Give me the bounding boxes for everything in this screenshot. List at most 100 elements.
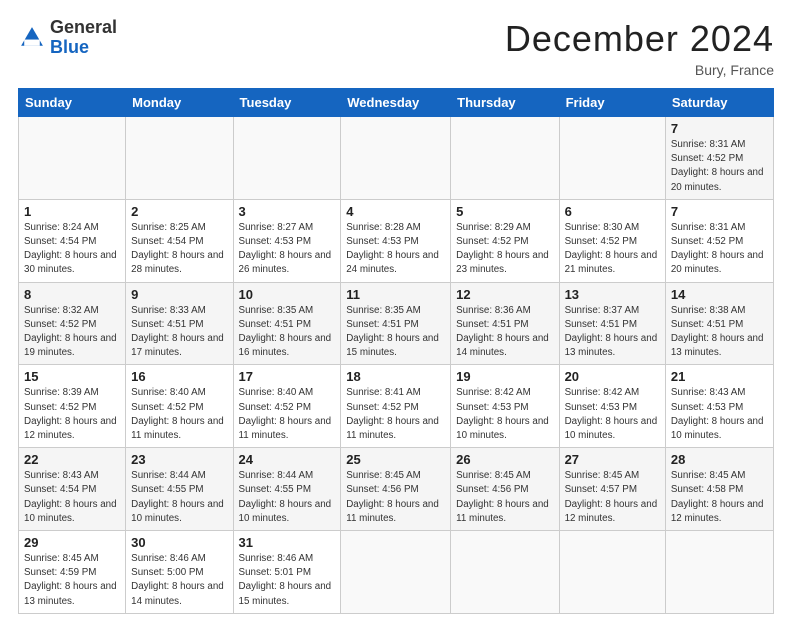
day-detail: Sunrise: 8:38 AMSunset: 4:51 PMDaylight:… xyxy=(671,305,764,359)
calendar: Sunday Monday Tuesday Wednesday Thursday… xyxy=(18,88,774,614)
calendar-cell: 30 Sunrise: 8:46 AMSunset: 5:00 PMDayligh… xyxy=(126,531,233,614)
day-detail: Sunrise: 8:41 AMSunset: 4:52 PMDaylight:… xyxy=(346,387,439,441)
calendar-cell: 10 Sunrise: 8:35 AMSunset: 4:51 PMDayligh… xyxy=(233,282,341,365)
calendar-cell: 7 Sunrise: 8:31 AMSunset: 4:52 PMDaylight… xyxy=(665,117,773,200)
calendar-cell: 18 Sunrise: 8:41 AMSunset: 4:52 PMDayligh… xyxy=(341,365,451,448)
col-monday: Monday xyxy=(126,89,233,117)
month-title: December 2024 xyxy=(505,18,774,60)
day-number: 9 xyxy=(131,287,227,302)
day-detail: Sunrise: 8:31 AMSunset: 4:52 PMDaylight:… xyxy=(671,139,764,193)
calendar-cell: 25Sunrise: 8:45 AMSunset: 4:56 PMDayligh… xyxy=(341,448,451,531)
day-number: 20 xyxy=(565,369,660,384)
day-number: 28 xyxy=(671,452,768,467)
day-detail: Sunrise: 8:24 AMSunset: 4:54 PMDaylight:… xyxy=(24,222,117,276)
day-number: 23 xyxy=(131,452,227,467)
header-row: Sunday Monday Tuesday Wednesday Thursday… xyxy=(19,89,774,117)
day-detail: Sunrise: 8:44 AMSunset: 4:55 PMDaylight:… xyxy=(131,470,224,524)
day-number: 30 xyxy=(131,535,227,550)
day-detail: Sunrise: 8:31 AMSunset: 4:52 PMDaylight:… xyxy=(671,222,764,276)
day-number: 26 xyxy=(456,452,553,467)
calendar-week-4: 22Sunrise: 8:43 AMSunset: 4:54 PMDayligh… xyxy=(19,448,774,531)
calendar-cell: 17 Sunrise: 8:40 AMSunset: 4:52 PMDayligh… xyxy=(233,365,341,448)
day-number: 8 xyxy=(24,287,120,302)
calendar-cell: 5Sunrise: 8:29 AMSunset: 4:52 PMDaylight… xyxy=(451,199,559,282)
day-number: 22 xyxy=(24,452,120,467)
col-saturday: Saturday xyxy=(665,89,773,117)
calendar-body: 7 Sunrise: 8:31 AMSunset: 4:52 PMDaylight… xyxy=(19,117,774,614)
calendar-cell: 9Sunrise: 8:33 AMSunset: 4:51 PMDaylight… xyxy=(126,282,233,365)
calendar-week-3: 15Sunrise: 8:39 AMSunset: 4:52 PMDayligh… xyxy=(19,365,774,448)
day-number: 31 xyxy=(239,535,336,550)
calendar-cell: 6Sunrise: 8:30 AMSunset: 4:52 PMDaylight… xyxy=(559,199,665,282)
day-detail: Sunrise: 8:46 AMSunset: 5:01 PMDaylight:… xyxy=(239,553,332,607)
day-detail: Sunrise: 8:30 AMSunset: 4:52 PMDaylight:… xyxy=(565,222,658,276)
day-detail: Sunrise: 8:42 AMSunset: 4:53 PMDaylight:… xyxy=(565,387,658,441)
day-detail: Sunrise: 8:36 AMSunset: 4:51 PMDaylight:… xyxy=(456,305,549,359)
day-number: 24 xyxy=(239,452,336,467)
calendar-cell xyxy=(341,531,451,614)
calendar-week-0: 7 Sunrise: 8:31 AMSunset: 4:52 PMDaylight… xyxy=(19,117,774,200)
calendar-week-5: 29Sunrise: 8:45 AMSunset: 4:59 PMDayligh… xyxy=(19,531,774,614)
day-number: 7 xyxy=(671,121,768,136)
day-number: 19 xyxy=(456,369,553,384)
calendar-cell: 13 Sunrise: 8:37 AMSunset: 4:51 PMDayligh… xyxy=(559,282,665,365)
calendar-cell xyxy=(665,531,773,614)
calendar-cell: 27 Sunrise: 8:45 AMSunset: 4:57 PMDayligh… xyxy=(559,448,665,531)
calendar-cell xyxy=(451,531,559,614)
day-detail: Sunrise: 8:45 AMSunset: 4:56 PMDaylight:… xyxy=(456,470,549,524)
calendar-cell xyxy=(559,531,665,614)
day-detail: Sunrise: 8:45 AMSunset: 4:58 PMDaylight:… xyxy=(671,470,764,524)
day-number: 11 xyxy=(346,287,445,302)
day-number: 17 xyxy=(239,369,336,384)
calendar-cell: 1Sunrise: 8:24 AMSunset: 4:54 PMDaylight… xyxy=(19,199,126,282)
header: General Blue December 2024 Bury, France xyxy=(18,18,774,78)
calendar-cell: 2 Sunrise: 8:25 AMSunset: 4:54 PMDaylight… xyxy=(126,199,233,282)
col-wednesday: Wednesday xyxy=(341,89,451,117)
day-number: 7 xyxy=(671,204,768,219)
day-detail: Sunrise: 8:42 AMSunset: 4:53 PMDaylight:… xyxy=(456,387,549,441)
day-detail: Sunrise: 8:25 AMSunset: 4:54 PMDaylight:… xyxy=(131,222,224,276)
calendar-cell: 8 Sunrise: 8:32 AMSunset: 4:52 PMDaylight… xyxy=(19,282,126,365)
day-number: 15 xyxy=(24,369,120,384)
day-detail: Sunrise: 8:43 AMSunset: 4:53 PMDaylight:… xyxy=(671,387,764,441)
calendar-cell: 3 Sunrise: 8:27 AMSunset: 4:53 PMDaylight… xyxy=(233,199,341,282)
location: Bury, France xyxy=(505,62,774,78)
day-number: 2 xyxy=(131,204,227,219)
calendar-cell xyxy=(341,117,451,200)
day-detail: Sunrise: 8:27 AMSunset: 4:53 PMDaylight:… xyxy=(239,222,332,276)
calendar-cell: 23 Sunrise: 8:44 AMSunset: 4:55 PMDayligh… xyxy=(126,448,233,531)
day-number: 27 xyxy=(565,452,660,467)
calendar-cell: 14Sunrise: 8:38 AMSunset: 4:51 PMDayligh… xyxy=(665,282,773,365)
day-detail: Sunrise: 8:32 AMSunset: 4:52 PMDaylight:… xyxy=(24,305,117,359)
day-detail: Sunrise: 8:35 AMSunset: 4:51 PMDaylight:… xyxy=(239,305,332,359)
day-detail: Sunrise: 8:46 AMSunset: 5:00 PMDaylight:… xyxy=(131,553,224,607)
calendar-cell xyxy=(451,117,559,200)
calendar-cell: 12Sunrise: 8:36 AMSunset: 4:51 PMDayligh… xyxy=(451,282,559,365)
day-number: 18 xyxy=(346,369,445,384)
calendar-cell: 22Sunrise: 8:43 AMSunset: 4:54 PMDayligh… xyxy=(19,448,126,531)
calendar-week-2: 8 Sunrise: 8:32 AMSunset: 4:52 PMDaylight… xyxy=(19,282,774,365)
day-number: 21 xyxy=(671,369,768,384)
day-number: 5 xyxy=(456,204,553,219)
day-detail: Sunrise: 8:35 AMSunset: 4:51 PMDaylight:… xyxy=(346,305,439,359)
calendar-cell: 16Sunrise: 8:40 AMSunset: 4:52 PMDayligh… xyxy=(126,365,233,448)
calendar-cell: 11 Sunrise: 8:35 AMSunset: 4:51 PMDayligh… xyxy=(341,282,451,365)
calendar-header: Sunday Monday Tuesday Wednesday Thursday… xyxy=(19,89,774,117)
day-number: 16 xyxy=(131,369,227,384)
day-detail: Sunrise: 8:45 AMSunset: 4:57 PMDaylight:… xyxy=(565,470,658,524)
calendar-cell: 31 Sunrise: 8:46 AMSunset: 5:01 PMDayligh… xyxy=(233,531,341,614)
day-detail: Sunrise: 8:40 AMSunset: 4:52 PMDaylight:… xyxy=(239,387,332,441)
logo-general: General xyxy=(50,17,117,37)
calendar-cell xyxy=(233,117,341,200)
logo-text: General Blue xyxy=(50,18,117,58)
calendar-cell: 28 Sunrise: 8:45 AMSunset: 4:58 PMDayligh… xyxy=(665,448,773,531)
calendar-week-1: 1Sunrise: 8:24 AMSunset: 4:54 PMDaylight… xyxy=(19,199,774,282)
day-number: 13 xyxy=(565,287,660,302)
logo-blue: Blue xyxy=(50,37,89,57)
col-thursday: Thursday xyxy=(451,89,559,117)
day-number: 10 xyxy=(239,287,336,302)
calendar-cell: 20 Sunrise: 8:42 AMSunset: 4:53 PMDayligh… xyxy=(559,365,665,448)
day-detail: Sunrise: 8:37 AMSunset: 4:51 PMDaylight:… xyxy=(565,305,658,359)
day-number: 3 xyxy=(239,204,336,219)
day-number: 29 xyxy=(24,535,120,550)
